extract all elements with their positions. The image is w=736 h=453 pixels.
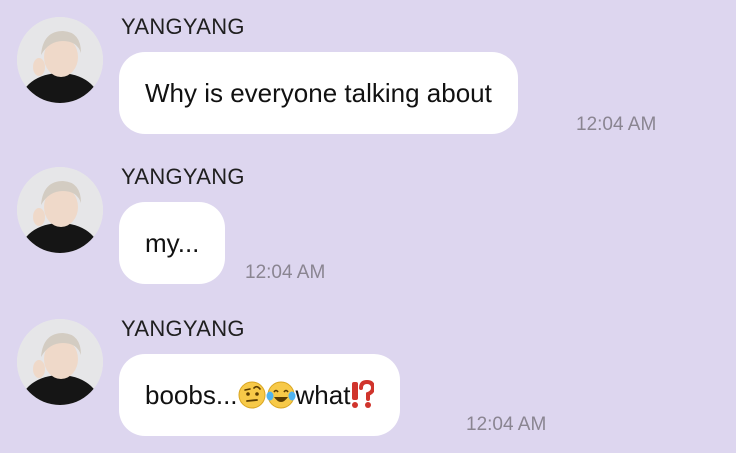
message-text: boobs... [145, 379, 238, 410]
message-text: my... [145, 227, 200, 258]
timestamp: 12:04 AM [245, 262, 326, 283]
tears-of-joy-emoji-icon [266, 381, 296, 409]
chat-message: YANGYANG my... 12:04 AM [0, 150, 736, 300]
sender-name: YANGYANG [121, 164, 245, 189]
message-bubble[interactable]: my... [119, 202, 226, 284]
sender-name: YANGYANG [121, 316, 245, 341]
raised-eyebrow-emoji-icon [238, 381, 266, 409]
avatar[interactable] [17, 319, 103, 405]
sender-name: YANGYANG [121, 14, 245, 39]
exclamation-question-icon [350, 380, 375, 410]
message-bubble[interactable]: Why is everyone talking about [119, 52, 518, 134]
avatar[interactable] [17, 167, 103, 253]
chat-message: YANGYANG boobs... what 12:04 AM [0, 302, 736, 452]
message-bubble[interactable]: boobs... what [119, 354, 401, 436]
chat-message: YANGYANG Why is everyone talking about 1… [0, 0, 736, 150]
timestamp: 12:04 AM [576, 114, 657, 135]
message-text: Why is everyone talking about [145, 77, 492, 108]
timestamp: 12:04 AM [466, 414, 547, 435]
message-text: what [295, 379, 351, 410]
avatar[interactable] [17, 17, 103, 103]
